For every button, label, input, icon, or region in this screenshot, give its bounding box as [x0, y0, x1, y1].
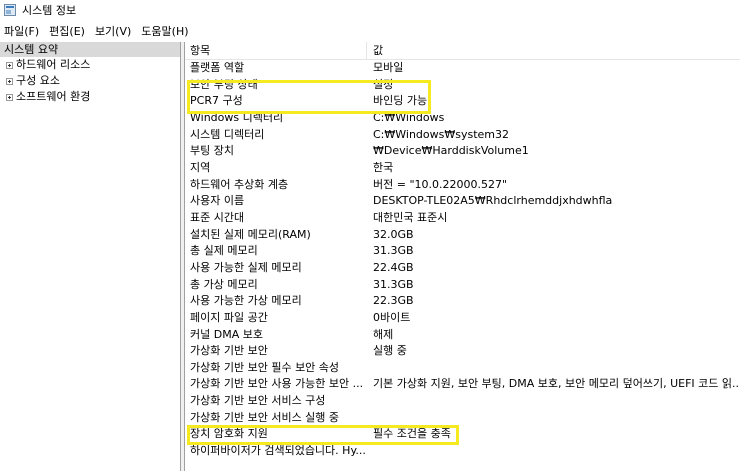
column-header-value[interactable]: 값 [373, 42, 383, 59]
row-value: 31.3GB [373, 277, 414, 291]
row-item: 가상화 기반 보안 서비스 실행 중 [190, 410, 340, 424]
row-item: 하드웨어 추상화 계층 [190, 177, 289, 191]
column-divider[interactable] [366, 42, 367, 59]
row-item: 장치 암호화 지원 [190, 427, 268, 441]
table-row[interactable]: 총 가상 메모리 31.3GB [185, 277, 740, 294]
details-table: 항목 값 플랫폼 역할 모바일보안 부팅 상태 설정 PCR7 구성 바인딩 가능 Win… [185, 42, 740, 471]
row-item: 사용자 이름 [190, 194, 245, 208]
table-row[interactable]: 플랫폼 역할 모바일 [185, 60, 740, 77]
row-item: 하이퍼바이저가 검색되었습니다. Hy... [190, 444, 365, 458]
row-value: 모바일 [373, 61, 404, 74]
menu-file[interactable]: 파일(F) [0, 23, 43, 39]
table-row[interactable]: 사용 가능한 실제 메모리 22.4GB [185, 260, 740, 277]
table-row[interactable]: Windows 디렉터리 C:₩Windows [185, 110, 740, 127]
tree-item-components[interactable]: 구성 요소 [0, 73, 180, 89]
category-tree: 시스템 요약 하드웨어 리소스 구성 요소 소프트웨어 환경 [0, 42, 181, 471]
table-row[interactable]: PCR7 구성 바인딩 가능 [185, 93, 740, 110]
table-row[interactable]: 사용자 이름 DESKTOP-TLE02A5₩Rhdclrhemddjxhdwhf… [185, 193, 740, 210]
row-item: 총 가상 메모리 [190, 277, 258, 291]
row-item: PCR7 구성 [190, 94, 243, 108]
table-row[interactable]: 시스템 디렉터리 C:₩Windows₩system32 [185, 127, 740, 144]
table-row[interactable]: 페이지 파일 공간 0바이트 [185, 310, 740, 327]
row-item: 사용 가능한 가상 메모리 [190, 294, 302, 308]
menu-bar: 파일(F) 편집(E) 보기(V) 도움말(H) [0, 22, 195, 40]
row-value: 해제 [373, 327, 394, 341]
row-value: 기본 가상화 지원, 보안 부팅, DMA 보호, 보안 메모리 덮어쓰기, U… [373, 377, 740, 391]
table-header: 항목 값 [185, 42, 740, 60]
row-value: 22.4GB [373, 260, 414, 274]
table-row[interactable]: 커널 DMA 보호 해제 [185, 327, 740, 344]
row-value: 0바이트 [373, 310, 411, 324]
table-row[interactable]: 가상화 기반 보안 필수 보안 속성 [185, 360, 740, 377]
row-item: 커널 DMA 보호 [190, 327, 263, 341]
row-item: 가상화 기반 보안 [190, 344, 268, 358]
row-item: 부팅 장치 [190, 144, 234, 158]
table-row[interactable]: 부팅 장치 ₩Device₩HarddiskVolume1 [185, 143, 740, 160]
row-item: 보안 부팅 상태 [190, 77, 258, 91]
tree-item-software-environment[interactable]: 소프트웨어 환경 [0, 89, 180, 105]
tree-item-label: 하드웨어 리소스 [16, 58, 91, 71]
system-info-app-icon [4, 4, 16, 16]
window-title: 시스템 정보 [22, 4, 77, 17]
menu-view[interactable]: 보기(V) [91, 23, 135, 39]
row-value: 32.0GB [373, 227, 414, 241]
expand-plus-icon[interactable] [6, 61, 13, 69]
tree-item-label: 소프트웨어 환경 [16, 90, 91, 103]
row-item: 사용 가능한 실제 메모리 [190, 260, 302, 274]
tree-item-system-summary[interactable]: 시스템 요약 [0, 42, 180, 57]
table-row[interactable]: 가상화 기반 보안 서비스 구성 [185, 393, 740, 410]
tree-item-label: 구성 요소 [16, 74, 60, 87]
table-row[interactable]: 설치된 실제 메모리(RAM) 32.0GB [185, 227, 740, 244]
row-item: Windows 디렉터리 [190, 110, 284, 124]
expand-plus-icon[interactable] [6, 77, 13, 85]
row-value: 한국 [373, 160, 394, 174]
table-row[interactable]: 사용 가능한 가상 메모리 22.3GB [185, 293, 740, 310]
table-row[interactable]: 장치 암호화 지원 필수 조건을 충족 [185, 426, 740, 443]
table-row[interactable]: 총 실제 메모리 31.3GB [185, 243, 740, 260]
title-bar: 시스템 정보 [0, 0, 740, 20]
row-value: C:₩Windows₩system32 [373, 127, 510, 141]
row-item: 가상화 기반 보안 사용 가능한 보안 ... [190, 377, 364, 391]
table-row[interactable]: 가상화 기반 보안 사용 가능한 보안 ... 기본 가상화 지원, 보안 부팅,… [185, 376, 740, 393]
row-value: 22.3GB [373, 294, 414, 308]
menu-edit[interactable]: 편집(E) [45, 23, 89, 39]
row-item: 시스템 디렉터리 [190, 127, 265, 141]
row-item: 표준 시간대 [190, 210, 245, 224]
tree-item-hardware-resources[interactable]: 하드웨어 리소스 [0, 57, 180, 73]
row-item: 지역 [190, 160, 211, 174]
table-row[interactable]: 지역 한국 [185, 160, 740, 177]
row-value: DESKTOP-TLE02A5₩Rhdclrhemddjxhdwhfla [373, 194, 613, 208]
table-row[interactable]: 가상화 기반 보안 실행 중 [185, 343, 740, 360]
column-header-item[interactable]: 항목 [190, 42, 210, 59]
table-body: 플랫폼 역할 모바일보안 부팅 상태 설정 PCR7 구성 바인딩 가능 Windows … [185, 60, 740, 460]
row-value: 대한민국 표준시 [373, 210, 448, 224]
expand-plus-icon[interactable] [6, 93, 13, 101]
menu-help[interactable]: 도움말(H) [137, 23, 192, 39]
row-item: 총 실제 메모리 [190, 244, 258, 258]
row-item: 가상화 기반 보안 서비스 구성 [190, 394, 326, 408]
row-item: 플랫폼 역할 [190, 61, 245, 74]
row-value: C:₩Windows [373, 110, 445, 124]
row-value: 설정 [373, 77, 394, 91]
row-value: 필수 조건을 충족 [373, 427, 451, 441]
row-value: ₩Device₩HarddiskVolume1 [373, 144, 529, 158]
table-row[interactable]: 가상화 기반 보안 서비스 실행 중 [185, 410, 740, 427]
row-item: 페이지 파일 공간 [190, 310, 268, 324]
row-value: 버전 = "10.0.22000.527" [373, 177, 508, 191]
row-value: 실행 중 [373, 344, 407, 358]
row-item: 설치된 실제 메모리(RAM) [190, 227, 311, 241]
table-row[interactable]: 보안 부팅 상태 설정 [185, 77, 740, 94]
table-row[interactable]: 하이퍼바이저가 검색되었습니다. Hy... [185, 443, 740, 460]
row-item: 가상화 기반 보안 필수 보안 속성 [190, 360, 340, 374]
table-row[interactable]: 표준 시간대 대한민국 표준시 [185, 210, 740, 227]
table-row[interactable]: 하드웨어 추상화 계층 버전 = "10.0.22000.527" [185, 177, 740, 194]
row-value: 바인딩 가능 [373, 94, 428, 108]
row-value: 31.3GB [373, 244, 414, 258]
